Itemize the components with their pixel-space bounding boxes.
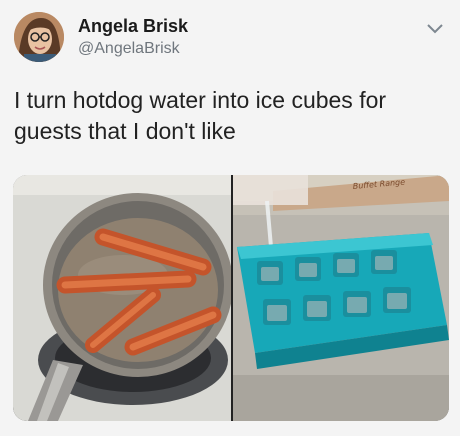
ice-tray-image[interactable]: Buffet Range [233, 175, 449, 421]
author-name[interactable]: Angela Brisk [78, 16, 188, 37]
tweet-media[interactable]: Buffet Range [13, 175, 449, 421]
hotdog-pot-image[interactable] [13, 175, 233, 421]
tweet-text: I turn hotdog water into ice cubes for g… [14, 87, 387, 144]
avatar[interactable] [14, 12, 64, 62]
chevron-down-icon[interactable] [423, 16, 447, 40]
author-handle[interactable]: @AngelaBrisk [78, 40, 180, 58]
